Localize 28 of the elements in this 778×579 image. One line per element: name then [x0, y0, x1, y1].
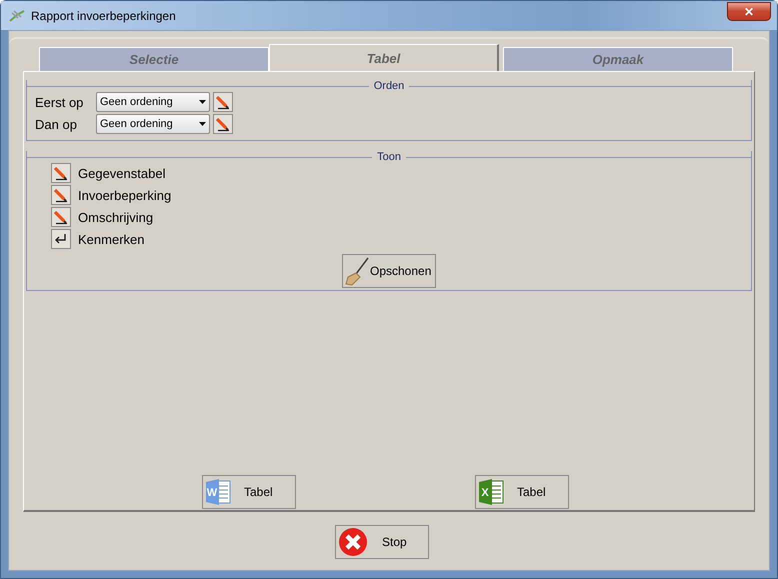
dropdown-arrow-icon	[199, 100, 206, 104]
item-label: Gegevenstabel	[78, 166, 166, 180]
pencil-button[interactable]	[213, 92, 233, 112]
stop-icon	[338, 527, 368, 557]
item-label: Kenmerken	[78, 232, 144, 246]
enter-button[interactable]	[51, 229, 71, 249]
tab[interactable]: Tabel	[269, 44, 499, 71]
broom-icon	[344, 256, 370, 286]
pencil-button[interactable]	[51, 185, 71, 205]
close-button[interactable]: ✕	[727, 2, 771, 21]
dropdown-arrow-icon	[199, 122, 206, 126]
export-button[interactable]: X Tabel	[475, 475, 569, 509]
stop-button[interactable]: Stop	[335, 525, 429, 559]
window-title: Rapport invoerbeperkingen	[31, 8, 177, 22]
app-icon	[9, 8, 25, 22]
clean-button[interactable]: Opschonen	[342, 254, 436, 288]
group-title: Orden	[372, 80, 406, 92]
pencil-button[interactable]	[51, 163, 71, 183]
dropdown[interactable]: Geen ordening	[96, 92, 210, 112]
group-title: Toon	[376, 151, 402, 163]
item-label: Invoerbeperking	[78, 188, 172, 202]
export-button[interactable]: W Tabel	[202, 475, 296, 509]
field-label: Dan op	[35, 116, 78, 132]
dropdown[interactable]: Geen ordening	[96, 114, 210, 134]
pencil-button[interactable]	[213, 114, 233, 134]
pencil-button[interactable]	[51, 207, 71, 227]
item-label: Omschrijving	[78, 210, 154, 224]
field-label: Eerst op	[35, 94, 84, 110]
